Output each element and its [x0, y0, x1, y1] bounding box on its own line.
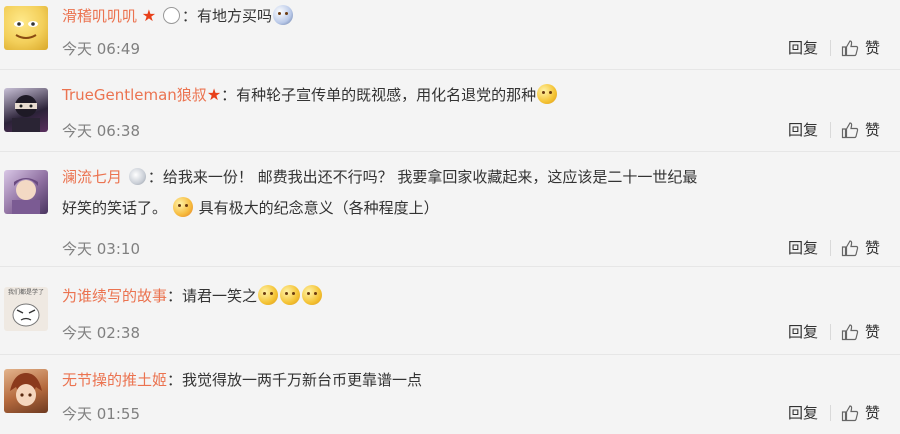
- comment-body: 我觉得放一两千万新台币更靠谱一点: [182, 371, 423, 389]
- comment-item: 我们都是学了 为谁续写的故事：请君一笑之 今天 02:38 回复 赞: [0, 267, 900, 355]
- avatar[interactable]: [4, 88, 48, 132]
- timestamp: 今天 06:38: [62, 122, 140, 140]
- comment-separator: ：: [181, 7, 197, 25]
- comment-actions: 回复 赞: [788, 402, 880, 423]
- like-button[interactable]: 赞: [841, 402, 880, 423]
- star-icon: ★: [206, 85, 222, 104]
- anime-avatar-icon: [12, 178, 40, 214]
- like-label: 赞: [864, 323, 880, 341]
- comment-item: TrueGentleman狼叔★：有种轮子宣传单的既视感，用化名退党的那种 今天…: [0, 70, 900, 152]
- avatar[interactable]: [4, 6, 48, 50]
- comment-separator: ：: [147, 168, 163, 186]
- thumbs-up-icon: [841, 121, 859, 138]
- comment-body: 请君一笑之: [182, 287, 258, 305]
- comment-text: 无节操的推土姬：我觉得放一两千万新台币更靠谱一点: [62, 365, 842, 395]
- divider: [829, 323, 831, 340]
- reply-button[interactable]: 回复: [788, 237, 818, 258]
- anime-avatar-icon: [10, 373, 42, 406]
- divider: [829, 239, 831, 256]
- comment-actions: 回复 赞: [788, 119, 880, 140]
- emoji-icon: [258, 285, 279, 305]
- comment-body: 有地方买吗: [196, 7, 272, 25]
- comment-text: 澜流七月 ：给我来一份！ 邮费我出还不行吗？ 我要拿回家收藏起来，这应该是二十一…: [62, 162, 842, 224]
- username-link[interactable]: TrueGentleman狼叔: [62, 86, 207, 104]
- thumbs-up-icon: [841, 39, 859, 56]
- comment-body-line1: 给我来一份！ 邮费我出还不行吗？ 我要拿回家收藏起来，这应该是二十一世纪最: [162, 168, 698, 186]
- like-button[interactable]: 赞: [841, 119, 880, 140]
- like-label: 赞: [864, 39, 880, 57]
- divider: [829, 404, 831, 421]
- avatar[interactable]: [4, 369, 48, 413]
- username-link[interactable]: 澜流七月: [62, 168, 122, 186]
- sticker-avatar-icon: [12, 303, 40, 327]
- comment-body-line2: 好笑的笑话了。: [62, 199, 168, 217]
- avatar[interactable]: 我们都是学了: [4, 287, 48, 331]
- comment-item: 澜流七月 ：给我来一份！ 邮费我出还不行吗？ 我要拿回家收藏起来，这应该是二十一…: [0, 152, 900, 267]
- like-button[interactable]: 赞: [841, 237, 880, 258]
- comment-actions: 回复 赞: [788, 37, 880, 58]
- comment-text: 为谁续写的故事：请君一笑之: [62, 281, 842, 311]
- comment-separator: ：: [221, 86, 237, 104]
- medal-badge-icon: [128, 168, 146, 185]
- comment-body: 有种轮子宣传单的既视感，用化名退党的那种: [236, 86, 537, 104]
- smiley-avatar-icon: [14, 21, 38, 39]
- comment-text: 滑稽叽叽叽 ★ ：有地方买吗: [62, 1, 842, 31]
- emoji-icon: [537, 84, 558, 104]
- reply-button[interactable]: 回复: [788, 402, 818, 423]
- thumbs-up-icon: [841, 239, 859, 256]
- comment-actions: 回复 赞: [788, 237, 880, 258]
- thumbs-up-icon: [841, 404, 859, 421]
- thumbs-up-icon: [841, 323, 859, 340]
- emoji-icon: [302, 285, 323, 305]
- timestamp: 今天 02:38: [62, 324, 140, 342]
- like-button[interactable]: 赞: [841, 321, 880, 342]
- like-label: 赞: [864, 239, 880, 257]
- username-link[interactable]: 无节操的推土姬: [62, 371, 167, 389]
- reply-button[interactable]: 回复: [788, 119, 818, 140]
- divider: [829, 39, 831, 56]
- username-link[interactable]: 为谁续写的故事: [62, 287, 167, 305]
- emoji-icon: [172, 197, 193, 217]
- comment-actions: 回复 赞: [788, 321, 880, 342]
- emoji-icon: [280, 285, 301, 305]
- avatar[interactable]: [4, 170, 48, 214]
- like-label: 赞: [864, 404, 880, 422]
- timestamp: 今天 01:55: [62, 405, 140, 423]
- comment-body-line2b: 具有极大的纪念意义（各种程度上）: [198, 199, 439, 217]
- emoji-icon: [272, 5, 293, 25]
- like-button[interactable]: 赞: [841, 37, 880, 58]
- comment-separator: ：: [167, 287, 183, 305]
- reply-button[interactable]: 回复: [788, 37, 818, 58]
- divider: [829, 121, 831, 138]
- ninja-avatar-icon: [12, 95, 40, 132]
- star-icon: ★: [141, 6, 157, 25]
- timestamp: 今天 03:10: [62, 240, 140, 258]
- avatar-caption: 我们都是学了: [7, 289, 44, 296]
- comment-separator: ：: [167, 371, 183, 389]
- comment-item: 滑稽叽叽叽 ★ ：有地方买吗 今天 06:49 回复 赞: [0, 0, 900, 70]
- panda-badge-icon: [162, 7, 180, 24]
- username-link[interactable]: 滑稽叽叽叽: [62, 7, 137, 25]
- comment-text: TrueGentleman狼叔★：有种轮子宣传单的既视感，用化名退党的那种: [62, 80, 842, 110]
- timestamp: 今天 06:49: [62, 40, 140, 58]
- comment-item: 无节操的推土姬：我觉得放一两千万新台币更靠谱一点 今天 01:55 回复 赞: [0, 355, 900, 434]
- reply-button[interactable]: 回复: [788, 321, 818, 342]
- like-label: 赞: [864, 121, 880, 139]
